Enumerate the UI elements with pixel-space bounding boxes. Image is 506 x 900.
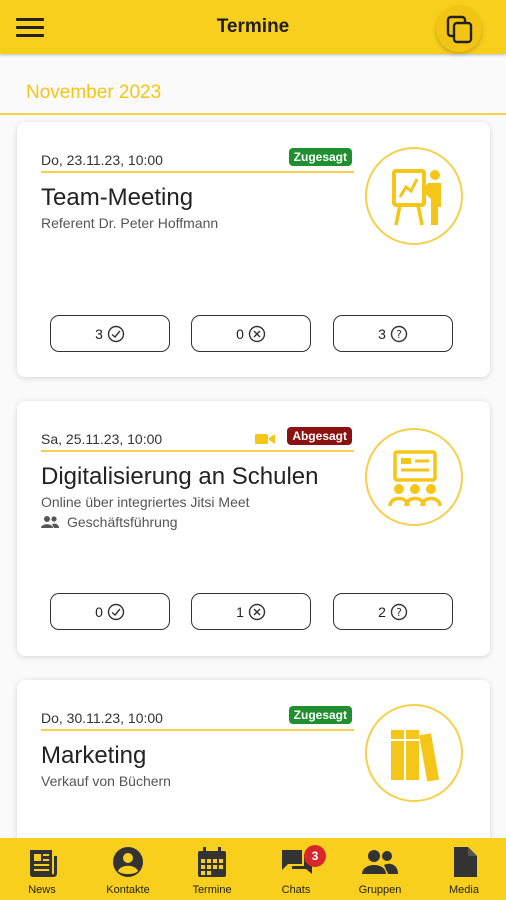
event-card[interactable]: Do, 23.11.23, 10:00 Zugesagt Team-Meetin…	[17, 122, 490, 377]
event-subtitle: Referent Dr. Peter Hoffmann	[41, 215, 219, 231]
status-badge: Zugesagt	[288, 706, 352, 724]
accept-count: 3	[95, 325, 103, 342]
calendar-icon	[198, 847, 226, 877]
nav-label: Chats	[281, 884, 311, 896]
books-icon	[391, 730, 440, 782]
maybe-count: 3	[378, 325, 386, 342]
news-icon	[30, 850, 57, 877]
chats-unread-badge: 3	[304, 845, 326, 867]
nav-media[interactable]: Media	[422, 838, 506, 900]
date-divider	[41, 171, 354, 173]
date-divider	[41, 450, 354, 452]
event-image	[365, 704, 463, 802]
event-group: Geschäftsführung	[41, 514, 178, 530]
accept-count-button[interactable]: 3	[50, 315, 170, 352]
page-title: Termine	[216, 16, 290, 37]
groups-icon	[362, 850, 398, 874]
check-circle-icon	[107, 325, 125, 342]
group-name: Geschäftsführung	[67, 514, 178, 530]
month-divider	[0, 113, 506, 115]
decline-count-button[interactable]: 1	[191, 593, 311, 630]
classroom-icon	[388, 450, 442, 507]
event-image	[365, 428, 463, 526]
nav-label: Gruppen	[358, 884, 402, 896]
video-camera-icon	[255, 434, 275, 444]
svg-text:?: ?	[396, 328, 402, 341]
x-circle-icon	[248, 325, 266, 342]
status-badge: Abgesagt	[287, 427, 352, 445]
copy-icon	[446, 15, 473, 44]
nav-contacts[interactable]: Kontakte	[86, 838, 170, 900]
date-divider	[41, 729, 354, 731]
svg-text:?: ?	[396, 606, 402, 619]
decline-count: 1	[236, 603, 244, 620]
question-circle-icon: ?	[390, 603, 408, 620]
nav-news[interactable]: News	[0, 838, 84, 900]
question-circle-icon: ?	[390, 325, 408, 342]
event-title: Team-Meeting	[41, 184, 194, 211]
nav-groups[interactable]: Gruppen	[338, 838, 422, 900]
decline-count-button[interactable]: 0	[191, 315, 311, 352]
event-subtitle: Verkauf von Büchern	[41, 773, 171, 789]
group-icon	[41, 516, 59, 528]
event-date: Sa, 25.11.23, 10:00	[41, 431, 163, 447]
x-circle-icon	[248, 603, 266, 620]
accept-count: 0	[95, 603, 103, 620]
month-heading: November 2023	[26, 82, 162, 103]
nav-appointments[interactable]: Termine	[170, 838, 254, 900]
event-date: Do, 23.11.23, 10:00	[41, 152, 163, 168]
copy-button[interactable]	[436, 6, 482, 52]
nav-label: Kontakte	[106, 884, 150, 896]
app-bar: Termine	[0, 0, 506, 54]
nav-label: News	[28, 884, 56, 896]
decline-count: 0	[236, 325, 244, 342]
event-image	[365, 147, 463, 245]
nav-chats[interactable]: Chats	[254, 838, 338, 900]
contacts-icon	[113, 847, 143, 877]
event-subtitle: Online über integriertes Jitsi Meet	[41, 494, 250, 510]
event-title: Marketing	[41, 742, 147, 769]
event-card[interactable]: Sa, 25.11.23, 10:00 Abgesagt Digitalisie…	[17, 401, 490, 656]
status-badge: Zugesagt	[288, 148, 352, 166]
maybe-count-button[interactable]: 2 ?	[333, 593, 453, 630]
nav-label: Termine	[192, 884, 232, 896]
nav-label: Media	[449, 884, 479, 896]
presentation-icon	[392, 169, 441, 226]
document-icon	[454, 847, 477, 877]
event-title: Digitalisierung an Schulen	[41, 463, 319, 490]
maybe-count: 2	[378, 603, 386, 620]
bottom-navigation: News Kontakte Termine Chats Gruppen Medi…	[0, 838, 506, 900]
accept-count-button[interactable]: 0	[50, 593, 170, 630]
event-date: Do, 30.11.23, 10:00	[41, 710, 163, 726]
check-circle-icon	[107, 603, 125, 620]
maybe-count-button[interactable]: 3 ?	[333, 315, 453, 352]
